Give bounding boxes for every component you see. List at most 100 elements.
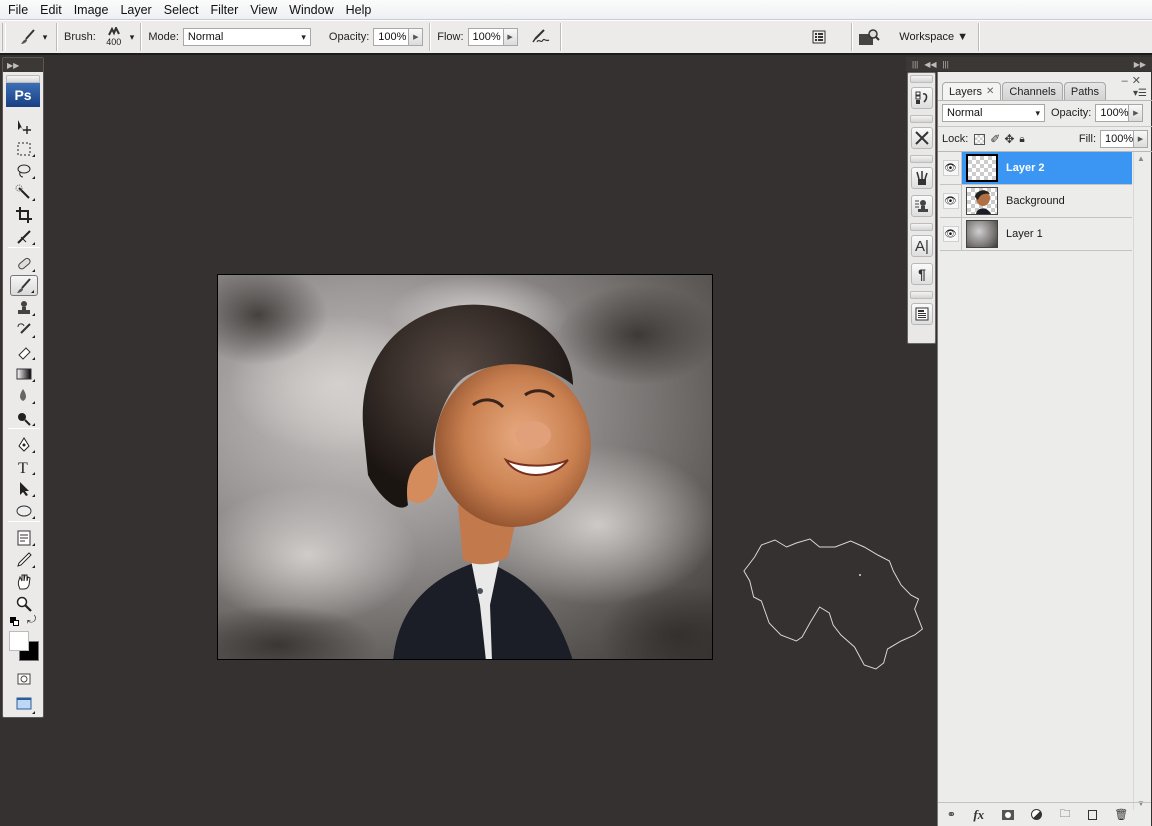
pen-tool[interactable] xyxy=(10,434,38,455)
close-tab-icon[interactable]: ✕ xyxy=(986,86,994,97)
swap-colors-icon[interactable]: ⤾ xyxy=(27,614,36,627)
expand-icon[interactable]: ▶▶ xyxy=(7,61,19,70)
new-group-button[interactable]: 🗀︎ xyxy=(1059,805,1070,824)
paragraph-panel-button[interactable]: ¶ xyxy=(911,263,933,285)
clone-source-panel-button[interactable] xyxy=(911,195,933,217)
expand-icon[interactable]: ▶▶ xyxy=(1134,60,1146,69)
hand-tool[interactable] xyxy=(10,571,38,592)
ellipse-tool[interactable] xyxy=(10,500,38,521)
lock-transparent-pixels-icon[interactable] xyxy=(974,133,986,145)
quick-selection-tool[interactable] xyxy=(10,182,38,203)
menu-help[interactable]: Help xyxy=(340,3,378,17)
fill-input[interactable]: 100% xyxy=(1100,130,1134,148)
foreground-color-swatch[interactable] xyxy=(9,631,29,651)
menu-layer[interactable]: Layer xyxy=(114,3,157,17)
link-layers-button[interactable]: ⚭ xyxy=(947,808,956,821)
toolbox-grip[interactable] xyxy=(6,75,40,83)
minimize-icon[interactable]: – xyxy=(1122,75,1132,87)
layer-opacity-input[interactable]: 100% xyxy=(1095,104,1130,122)
add-mask-button[interactable] xyxy=(1001,809,1014,820)
opacity-slider-button[interactable]: ▶ xyxy=(409,28,424,46)
group-grip[interactable] xyxy=(910,223,933,231)
menu-view[interactable]: View xyxy=(244,3,283,17)
tab-channels[interactable]: Channels xyxy=(1002,82,1063,100)
layer-opacity-slider-button[interactable]: ▶ xyxy=(1129,104,1144,122)
menu-image[interactable]: Image xyxy=(68,3,115,17)
fill-slider-button[interactable]: ▶ xyxy=(1134,130,1148,148)
layer-row-background[interactable]: 👁︎ Background xyxy=(940,185,1132,218)
lasso-tool[interactable] xyxy=(10,160,38,181)
visibility-toggle[interactable]: 👁︎ xyxy=(940,152,962,184)
lock-image-pixels-icon[interactable]: ✐ xyxy=(990,132,1000,146)
flow-input[interactable]: 100% xyxy=(467,28,504,46)
blend-mode-select[interactable]: Normal ▾ xyxy=(942,104,1045,122)
gradient-tool[interactable] xyxy=(10,363,38,384)
dodge-tool[interactable] xyxy=(10,407,38,428)
eyedropper-tool[interactable] xyxy=(10,549,38,570)
ps-logo[interactable]: Ps xyxy=(6,83,40,107)
screen-mode-button[interactable] xyxy=(10,692,38,716)
opacity-input[interactable]: 100% xyxy=(373,28,410,46)
flow-slider-button[interactable]: ▶ xyxy=(503,28,518,46)
brushes-panel-button[interactable] xyxy=(911,167,933,189)
lock-position-icon[interactable]: ✥ xyxy=(1004,132,1014,146)
mode-select[interactable]: Normal ▾ xyxy=(182,28,311,46)
zoom-tool[interactable] xyxy=(10,593,38,614)
collapse-icon[interactable]: ◀◀ xyxy=(924,60,936,69)
tool-preset-picker[interactable]: ▾ xyxy=(16,23,50,51)
layers-scrollbar[interactable]: ▲ ▼ xyxy=(1133,152,1147,810)
group-grip[interactable] xyxy=(910,75,933,83)
menu-filter[interactable]: Filter xyxy=(204,3,244,17)
history-brush-tool[interactable] xyxy=(10,319,38,340)
brush-tool[interactable] xyxy=(10,275,38,296)
delete-layer-button[interactable]: 🗑︎ xyxy=(1114,808,1128,821)
layer-style-button[interactable]: fx xyxy=(973,807,984,823)
slice-tool[interactable] xyxy=(10,226,38,247)
dock-header[interactable]: ||| ◀◀ ||| ▶▶ xyxy=(906,57,1152,71)
menu-edit[interactable]: Edit xyxy=(34,3,68,17)
menu-select[interactable]: Select xyxy=(158,3,205,17)
airbrush-toggle[interactable] xyxy=(528,25,554,49)
history-panel-button[interactable] xyxy=(911,87,933,109)
tool-presets-panel-button[interactable] xyxy=(911,127,933,149)
blur-tool[interactable] xyxy=(10,385,38,406)
type-tool[interactable]: T xyxy=(10,456,38,477)
menu-file[interactable]: File xyxy=(2,3,34,17)
document-canvas[interactable] xyxy=(217,274,713,660)
clone-stamp-tool[interactable] xyxy=(10,297,38,318)
palette-well-button[interactable] xyxy=(809,27,829,47)
default-colors-icon[interactable] xyxy=(10,617,20,627)
tab-paths[interactable]: Paths xyxy=(1063,82,1107,100)
go-to-bridge-button[interactable] xyxy=(857,26,881,48)
move-tool[interactable] xyxy=(10,116,38,137)
panel-menu-button[interactable]: ▾☰ xyxy=(1133,88,1147,99)
brush-picker[interactable]: 400 ▾ xyxy=(104,27,134,47)
layer-name[interactable]: Layer 1 xyxy=(1006,228,1043,240)
selection-marquee[interactable] xyxy=(742,537,924,673)
marquee-tool[interactable] xyxy=(10,138,38,159)
quick-mask-button[interactable] xyxy=(10,668,38,689)
path-selection-tool[interactable] xyxy=(10,478,38,499)
layer-row-layer-2[interactable]: 👁︎ Layer 2 xyxy=(940,152,1132,185)
menu-window[interactable]: Window xyxy=(283,3,339,17)
scroll-up-icon[interactable]: ▲ xyxy=(1137,154,1145,163)
toolbox-header[interactable]: ▶▶ xyxy=(3,58,43,72)
notes-tool[interactable] xyxy=(10,527,38,548)
group-grip[interactable] xyxy=(910,291,933,299)
layer-row-layer-1[interactable]: 👁︎ Layer 1 xyxy=(940,218,1132,251)
new-layer-button[interactable] xyxy=(1087,809,1097,820)
layer-name[interactable]: Layer 2 xyxy=(1006,162,1045,174)
healing-brush-tool[interactable] xyxy=(10,253,38,274)
workspace-menu[interactable]: Workspace ▼ xyxy=(899,31,968,43)
visibility-toggle[interactable]: 👁︎ xyxy=(940,218,962,250)
crop-tool[interactable] xyxy=(10,204,38,225)
group-grip[interactable] xyxy=(910,115,933,123)
lock-all-icon[interactable]: 🔒︎ xyxy=(1019,134,1024,145)
visibility-toggle[interactable]: 👁︎ xyxy=(940,185,962,217)
group-grip[interactable] xyxy=(910,155,933,163)
layer-comps-panel-button[interactable] xyxy=(911,303,933,325)
adjustment-layer-button[interactable] xyxy=(1031,809,1043,820)
close-icon[interactable]: ✕ xyxy=(1132,75,1145,87)
tab-layers[interactable]: Layers ✕ xyxy=(942,82,1002,100)
character-panel-button[interactable]: A| xyxy=(911,235,933,257)
